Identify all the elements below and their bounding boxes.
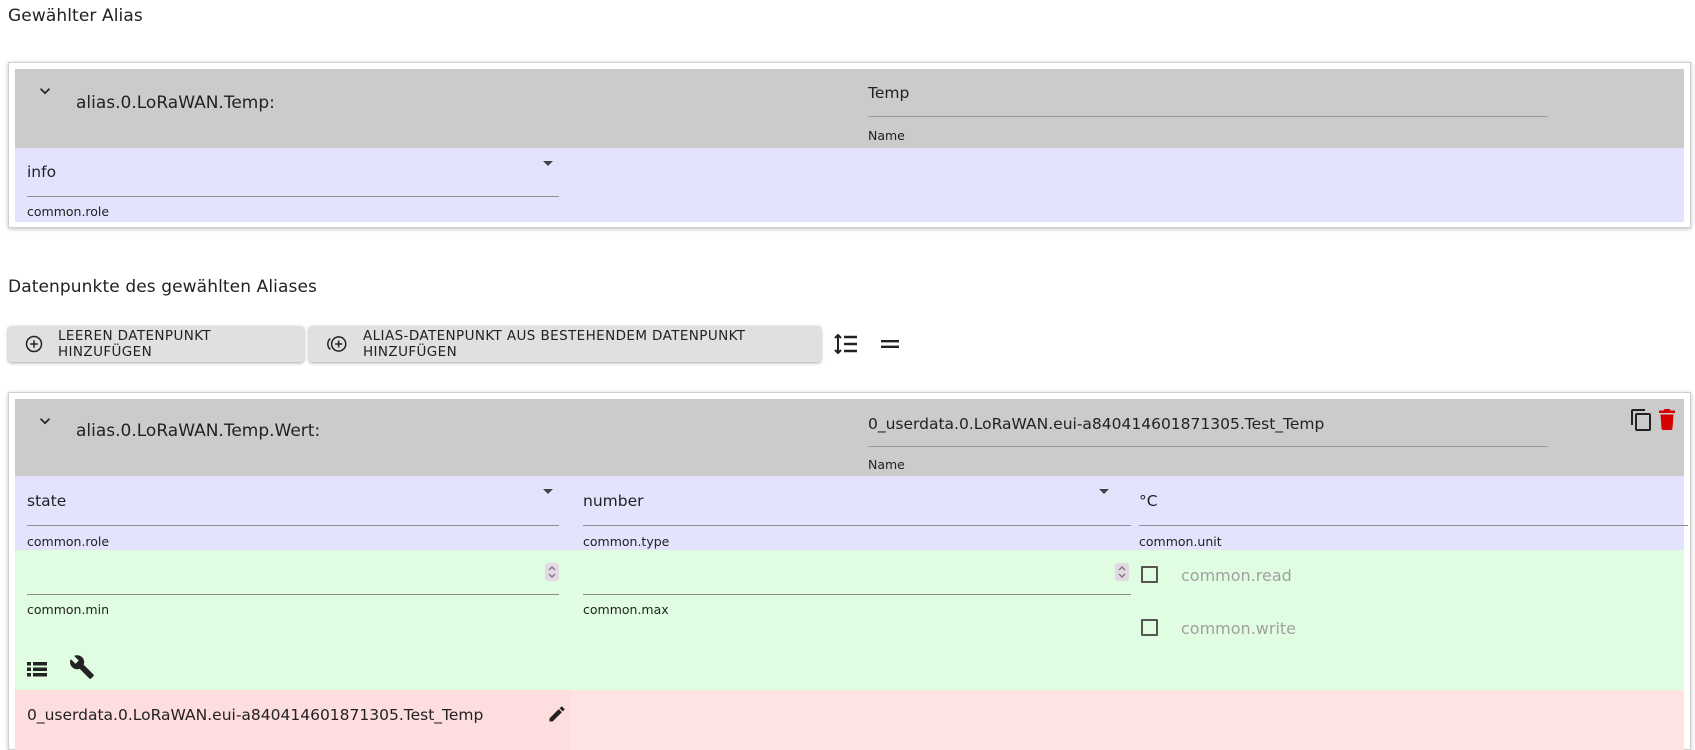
- datapoint-max-label: common.max: [583, 602, 669, 617]
- datapoint-role-select[interactable]: state: [27, 492, 66, 510]
- alias-id: alias.0.LoRaWAN.Temp:: [76, 93, 275, 113]
- collapse-all-icon[interactable]: [880, 340, 900, 348]
- add-from-existing-button[interactable]: ALIAS-DATENPUNKT AUS BESTEHENDEM DATENPU…: [309, 326, 821, 362]
- datapoint-header: alias.0.LoRaWAN.Temp.Wert: 0_userdata.0.…: [15, 399, 1684, 476]
- alias-name-input[interactable]: Temp: [868, 84, 909, 102]
- read-checkbox-label: common.read: [1181, 566, 1292, 585]
- alias-name-underline: [868, 116, 1548, 117]
- write-checkbox-label: common.write: [1181, 619, 1296, 638]
- edit-pencil-icon[interactable]: [547, 704, 567, 724]
- selected-alias-header: alias.0.LoRaWAN.Temp: Temp Name: [15, 69, 1684, 148]
- source-datapoint-section: 0_userdata.0.LoRaWAN.eui-a84041460187130…: [15, 690, 571, 750]
- add-circle-multiple-icon: [327, 336, 347, 352]
- datapoint-range-section: common.min common.max common.read common…: [15, 550, 1684, 690]
- datapoint-min-underline: [27, 594, 559, 595]
- copy-icon[interactable]: [1630, 408, 1652, 432]
- add-circle-icon: [25, 335, 43, 353]
- list-icon[interactable]: [26, 660, 48, 678]
- datapoint-max-underline: [583, 594, 1131, 595]
- datapoint-card: alias.0.LoRaWAN.Temp.Wert: 0_userdata.0.…: [8, 392, 1691, 750]
- write-checkbox[interactable]: [1141, 619, 1158, 636]
- datapoint-id: alias.0.LoRaWAN.Temp.Wert:: [76, 421, 321, 441]
- delete-icon[interactable]: [1658, 408, 1676, 430]
- caret-down-icon[interactable]: [1099, 489, 1109, 494]
- datapoint-type-select[interactable]: number: [583, 492, 644, 510]
- spinner-icon[interactable]: [545, 563, 559, 581]
- datapoint-common-section: state common.role number common.type °C …: [15, 476, 1688, 550]
- alias-name-label: Name: [868, 128, 905, 143]
- datapoint-role-label: common.role: [27, 534, 110, 549]
- datapoint-role-underline: [27, 525, 559, 526]
- alias-role-label: common.role: [27, 204, 110, 219]
- source-datapoint-id: 0_userdata.0.LoRaWAN.eui-a84041460187130…: [27, 706, 484, 724]
- datapoint-name-underline: [868, 446, 1548, 447]
- datapoint-type-label: common.type: [583, 534, 670, 549]
- selected-alias-card: alias.0.LoRaWAN.Temp: Temp Name info com…: [8, 62, 1691, 228]
- datapoint-min-label: common.min: [27, 602, 109, 617]
- datapoint-name-input[interactable]: 0_userdata.0.LoRaWAN.eui-a84041460187130…: [868, 415, 1324, 433]
- add-empty-datapoint-label: LEEREN DATENPUNKT HINZUFÜGEN: [58, 328, 212, 360]
- datapoint-unit-label: common.unit: [1139, 534, 1222, 549]
- sort-lines-icon[interactable]: [834, 334, 858, 354]
- add-from-existing-label: ALIAS-DATENPUNKT AUS BESTEHENDEM DATENPU…: [363, 328, 746, 360]
- spinner-icon[interactable]: [1115, 563, 1129, 581]
- caret-down-icon[interactable]: [543, 161, 553, 166]
- read-checkbox[interactable]: [1141, 566, 1158, 583]
- wrench-icon[interactable]: [69, 654, 95, 680]
- datapoint-type-underline: [583, 525, 1131, 526]
- datapoints-heading: Datenpunkte des gewählten Aliases: [8, 277, 317, 297]
- datapoint-unit-input[interactable]: °C: [1139, 492, 1158, 510]
- add-empty-datapoint-button[interactable]: LEEREN DATENPUNKT HINZUFÜGEN: [8, 326, 304, 362]
- datapoint-unit-underline: [1139, 525, 1688, 526]
- selected-alias-heading: Gewählter Alias: [8, 6, 143, 26]
- selected-alias-role-section: info common.role: [15, 148, 1684, 222]
- source-datapoint-section-rest: [571, 690, 1684, 750]
- alias-role-select[interactable]: info: [27, 163, 56, 181]
- caret-down-icon[interactable]: [543, 489, 553, 494]
- chevron-down-icon[interactable]: [35, 81, 55, 101]
- datapoint-name-label: Name: [868, 457, 905, 472]
- alias-role-underline: [27, 196, 559, 197]
- chevron-down-icon[interactable]: [35, 411, 55, 431]
